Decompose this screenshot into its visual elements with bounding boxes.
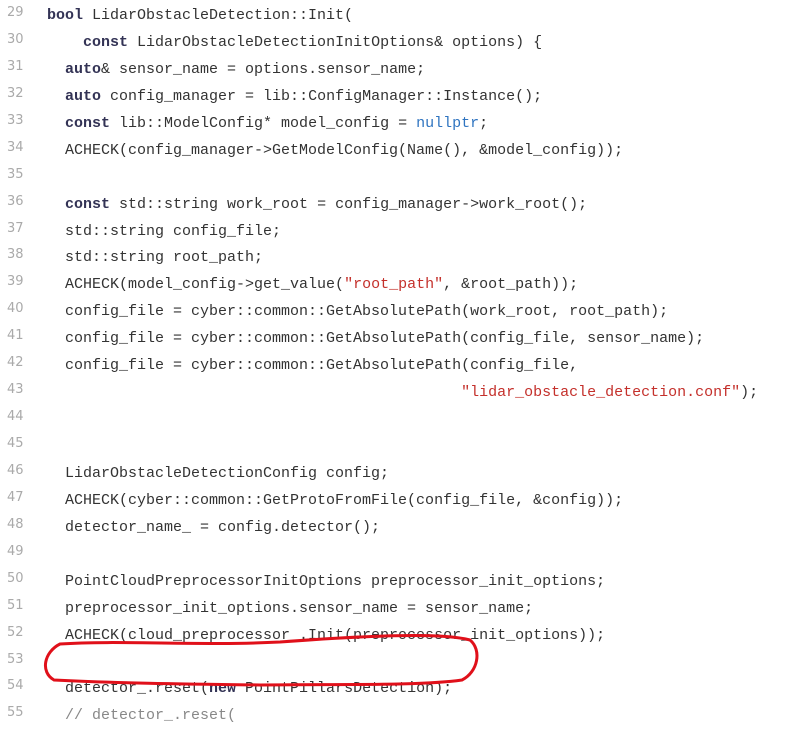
code-token: config_file = cyber::common::GetAbsolute… [47,303,669,321]
code-token: LidarObstacleDetectionInitOptions& optio… [128,33,543,51]
code-token: ); [740,384,759,402]
line-source: bool LidarObstacleDetection::Init( [47,3,353,29]
code-token: LidarObstacleDetection::Init( [83,7,354,24]
line-number: 38 [7,247,24,263]
code-token: config_file = cyber::common::GetAbsolute… [47,357,579,375]
line-number: 36 [7,193,24,209]
code-token: detector_.reset( [47,680,210,698]
string-token: "root_path" [344,276,444,294]
line-source: config_file = cyber::common::GetAbsolute… [47,353,578,379]
line-source: ACHECK(config_manager->GetModelConfig(Na… [47,138,623,164]
line-number: 29 [7,5,24,20]
code-token: detector_name_ = config.detector(); [47,518,381,536]
keyword-token: const [65,114,111,132]
line-number: 31 [7,58,24,74]
line-number: 49 [7,543,24,559]
line-number: 37 [7,220,24,236]
line-number: 53 [7,651,24,667]
line-source: const LidarObstacleDetectionInitOptions&… [47,30,542,56]
line-number: 32 [7,85,24,101]
line-source: config_file = cyber::common::GetAbsolute… [47,299,668,325]
line-source: const lib::ModelConfig* model_config = n… [47,111,488,137]
line-number: 54 [7,678,24,694]
line-source: auto& sensor_name = options.sensor_name; [47,57,425,83]
line-number: 33 [7,112,24,128]
line-number: 46 [7,462,24,478]
line-number: 39 [7,274,24,290]
line-number: 50 [7,570,24,586]
literal-token: nullptr [416,114,480,132]
keyword-token: auto [65,87,102,105]
code-token: std::string work_root = config_manager->… [110,195,588,213]
line-source: ACHECK(cyber::common::GetProtoFromFile(c… [47,488,623,514]
keyword-token: const [65,195,111,213]
line-source: PointCloudPreprocessorInitOptions prepro… [47,569,605,595]
code-token: std::string root_path; [47,249,264,267]
code-token: PointCloudPreprocessorInitOptions prepro… [47,572,606,590]
line-number: 51 [7,597,24,613]
keyword-token: new [209,680,237,698]
line-source: auto config_manager = lib::ConfigManager… [47,84,542,110]
comment-token: // detector_.reset( [65,707,237,725]
code-token: preprocessor_init_options.sensor_name = … [47,599,534,617]
keyword-token: const [83,33,129,51]
code-token: ACHECK(cyber::common::GetProtoFromFile(c… [47,491,624,509]
line-number: 45 [7,436,24,451]
line-number: 44 [7,409,24,425]
line-source: const std::string work_root = config_man… [47,192,587,218]
line-number: 48 [7,516,24,532]
code-token: ACHECK(config_manager->GetModelConfig(Na… [47,141,624,159]
line-source: "lidar_obstacle_detection.conf"); [47,380,758,406]
line-source: config_file = cyber::common::GetAbsolute… [47,326,704,352]
line-number: 52 [7,624,24,640]
line-source: std::string config_file; [47,219,281,245]
line-source: detector_name_ = config.detector(); [47,515,380,541]
code-token: PointPillarsDetection); [236,680,453,698]
code-token: std::string config_file; [47,222,282,240]
code-token: ACHECK(cloud_preprocessor_.Init(preproce… [47,626,606,644]
line-number: 34 [7,139,24,155]
code-token: , &root_path)); [443,276,579,294]
line-number: 30 [7,31,24,47]
code-token: lib::ModelConfig* model_config = [110,114,417,132]
line-source: ACHECK(cloud_preprocessor_.Init(preproce… [47,623,605,649]
line-number: 42 [7,355,24,371]
line-number: 35 [7,166,24,182]
line-number: 55 [7,705,24,721]
code-token: config_manager = lib::ConfigManager::Ins… [101,87,543,105]
line-source: LidarObstacleDetectionConfig config; [47,461,389,487]
keyword-token: auto [65,60,102,78]
line-source: std::string root_path; [47,245,263,271]
line-number: 40 [7,301,24,317]
line-number: 41 [7,328,24,344]
code-token: ; [479,114,489,132]
code-token: config_file = cyber::common::GetAbsolute… [47,330,705,348]
line-number: 47 [7,489,24,505]
code-token: LidarObstacleDetectionConfig config; [47,464,390,482]
line-source: // detector_.reset( [47,703,236,729]
string-token: "lidar_obstacle_detection.conf" [461,384,741,402]
code-token: ACHECK(model_config->get_value( [47,276,345,294]
line-source: ACHECK(model_config->get_value("root_pat… [47,272,578,298]
line-number: 43 [7,382,24,398]
line-source: preprocessor_init_options.sensor_name = … [47,596,533,622]
code-token: & sensor_name = options.sensor_name; [101,60,426,78]
line-source: detector_.reset(new PointPillarsDetectio… [47,676,452,702]
keyword-token: bool [47,7,84,24]
